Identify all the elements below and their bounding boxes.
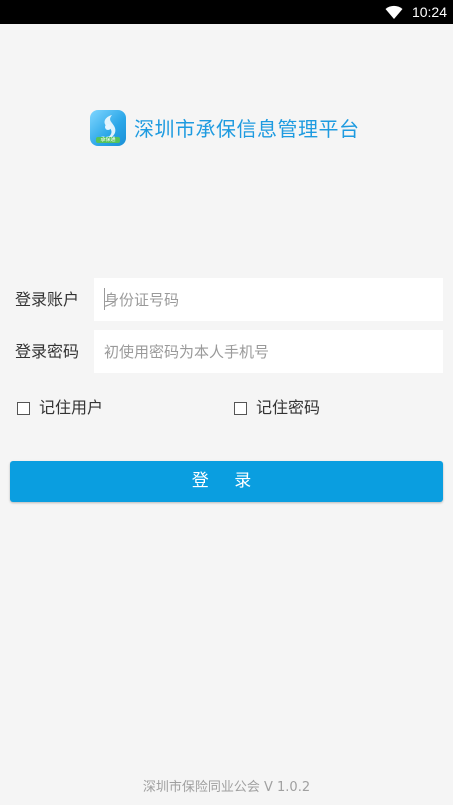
footer-version: 深圳市保险同业公会 V 1.0.2 [142, 780, 311, 795]
remember-user-checkbox[interactable]: 记住用户 [17, 398, 103, 418]
password-input[interactable] [94, 330, 443, 373]
remember-user-label: 记住用户 [39, 398, 104, 417]
brand-header: 承保通 深圳市承保信息管理平台 [90, 110, 390, 146]
password-label: 登录密码 [15, 342, 80, 361]
account-row: 登录账户 [0, 278, 453, 321]
checkbox-unchecked-icon[interactable] [17, 401, 30, 415]
account-label: 登录账户 [15, 290, 80, 309]
logo-text: 承保通 [96, 137, 120, 143]
remember-password-label: 记住密码 [256, 398, 321, 417]
account-input[interactable] [94, 278, 443, 321]
status-time: 10:24 [411, 4, 447, 20]
wifi-icon [385, 5, 403, 19]
status-bar: 10:24 [0, 0, 453, 24]
remember-password-checkbox[interactable]: 记住密码 [234, 398, 320, 418]
password-row: 登录密码 [0, 330, 453, 373]
app-logo: 承保通 [90, 110, 126, 146]
page-title: 深圳市承保信息管理平台 [134, 117, 360, 141]
checkbox-unchecked-icon[interactable] [234, 401, 247, 415]
text-cursor [104, 288, 105, 310]
login-button[interactable]: 登 录 [10, 461, 443, 502]
